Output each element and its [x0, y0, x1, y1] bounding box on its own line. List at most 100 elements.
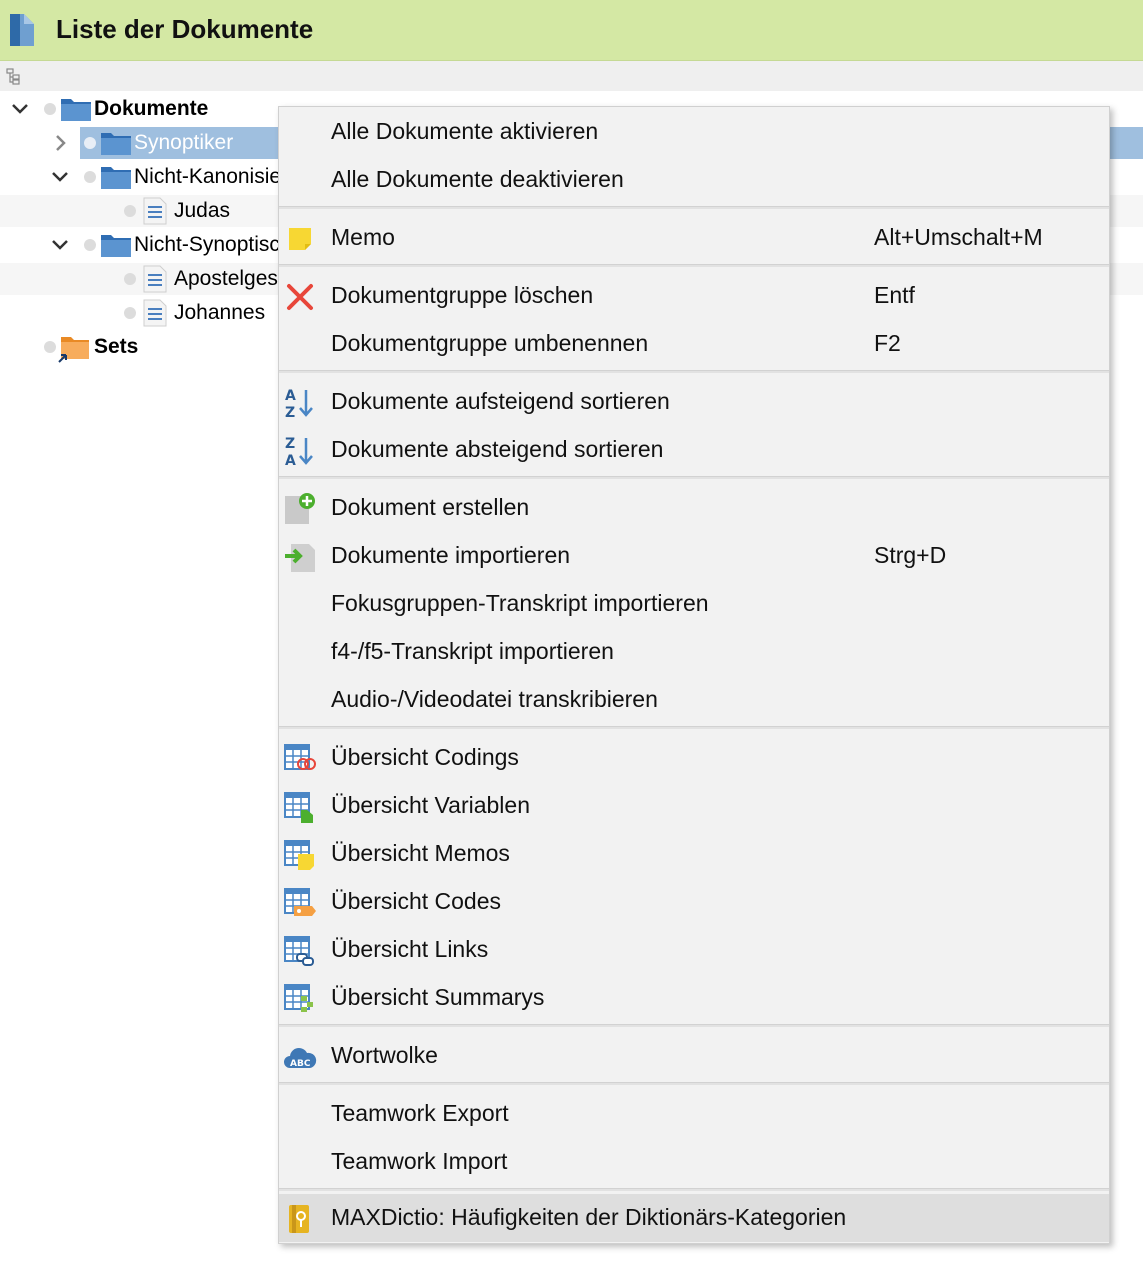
menu-item-shortcut: Strg+D: [874, 542, 947, 568]
svg-text:Z: Z: [285, 405, 295, 420]
tree-label-group: Synoptiker: [134, 131, 234, 154]
maxdictio-icon: [283, 1202, 317, 1236]
folder-icon: [100, 164, 132, 195]
folder-icon: [100, 130, 132, 161]
chevron-down-icon[interactable]: [10, 99, 30, 124]
svg-text:ABC: ABC: [290, 1059, 311, 1069]
document-list-icon: [8, 12, 36, 53]
menu-item-shortcut: F2: [874, 330, 901, 356]
menu-item-label: MAXDictio: Häufigkeiten der Diktionärs-K…: [331, 1204, 847, 1230]
menu-item-shortcut: Alt+Umschalt+M: [874, 224, 1043, 250]
menu-item-label: Teamwork Import: [331, 1148, 508, 1174]
menu-item-label: Memo: [331, 224, 395, 250]
toolbar: [0, 61, 1143, 91]
menu-separator: [279, 476, 1109, 479]
menu-item-label: Audio-/Videodatei transkribieren: [331, 686, 658, 712]
menu-item-memo[interactable]: Memo Alt+Umschalt+M: [279, 214, 1109, 262]
menu-item-create-document[interactable]: Dokument erstellen: [279, 484, 1109, 532]
menu-item-label: Übersicht Variablen: [331, 792, 531, 818]
sort-ascending-icon: A Z: [283, 386, 317, 421]
overview-codes-icon: [283, 886, 317, 920]
tree-view-icon[interactable]: [5, 67, 23, 90]
menu-item-teamwork-import[interactable]: Teamwork Import: [279, 1138, 1109, 1186]
menu-item-label: Dokumentgruppe löschen: [331, 282, 594, 308]
delete-icon: [283, 280, 317, 314]
menu-item-sort-descending[interactable]: Z A Dokumente absteigend sortieren: [279, 426, 1109, 474]
menu-item-sort-ascending[interactable]: A Z Dokumente aufsteigend sortieren: [279, 378, 1109, 426]
sort-descending-icon: Z A: [283, 434, 317, 469]
menu-item-overview-summaries[interactable]: Übersicht Summarys: [279, 974, 1109, 1022]
svg-text:A: A: [285, 388, 296, 404]
text-document-icon: [143, 197, 167, 230]
chevron-right-icon[interactable]: [50, 133, 70, 158]
menu-item-teamwork-export[interactable]: Teamwork Export: [279, 1090, 1109, 1138]
menu-item-overview-memos[interactable]: Übersicht Memos: [279, 830, 1109, 878]
menu-item-label: Wortwolke: [331, 1042, 438, 1068]
activation-dot[interactable]: [44, 341, 56, 353]
menu-separator: [279, 1024, 1109, 1027]
menu-item-label: Dokumente absteigend sortieren: [331, 436, 664, 462]
menu-separator: [279, 1188, 1109, 1191]
activation-dot[interactable]: [84, 137, 96, 149]
activation-dot[interactable]: [124, 273, 136, 285]
folder-icon: [60, 96, 92, 127]
menu-item-label: Übersicht Codings: [331, 744, 519, 770]
memo-icon: [283, 222, 317, 256]
menu-item-label: Dokumentgruppe umbenennen: [331, 330, 649, 356]
menu-item-label: Übersicht Codes: [331, 888, 502, 914]
chevron-down-icon[interactable]: [50, 235, 70, 260]
text-document-icon: [143, 265, 167, 298]
menu-item-deactivate-all[interactable]: Alle Dokumente deaktivieren: [279, 156, 1109, 204]
tree-label-group: Nicht-Kanonisie: [134, 165, 282, 188]
chevron-down-icon[interactable]: [50, 167, 70, 192]
menu-item-label: Fokusgruppen-Transkript importieren: [331, 590, 709, 616]
menu-item-import-documents[interactable]: Dokumente importieren Strg+D: [279, 532, 1109, 580]
menu-separator: [279, 370, 1109, 373]
menu-item-import-f4f5[interactable]: f4-/f5-Transkript importieren: [279, 628, 1109, 676]
text-document-icon: [143, 299, 167, 332]
menu-separator: [279, 264, 1109, 267]
tree-label-group: Nicht-Synoptisc: [134, 233, 280, 256]
menu-item-label: Dokumente aufsteigend sortieren: [331, 388, 670, 414]
menu-item-label: Übersicht Memos: [331, 840, 510, 866]
context-menu: Alle Dokumente aktivieren Alle Dokumente…: [278, 106, 1110, 1244]
overview-variables-icon: [283, 790, 317, 824]
menu-item-label: Dokument erstellen: [331, 494, 530, 520]
svg-text:A: A: [285, 453, 296, 468]
menu-item-activate-all[interactable]: Alle Dokumente aktivieren: [279, 108, 1109, 156]
menu-separator: [279, 206, 1109, 209]
word-cloud-icon: ABC: [283, 1040, 317, 1074]
activation-dot[interactable]: [44, 103, 56, 115]
menu-item-overview-variables[interactable]: Übersicht Variablen: [279, 782, 1109, 830]
overview-links-icon: [283, 934, 317, 968]
menu-item-maxdictio-frequencies[interactable]: MAXDictio: Häufigkeiten der Diktionärs-K…: [279, 1194, 1109, 1242]
folder-icon: [100, 232, 132, 263]
overview-summaries-icon: [283, 982, 317, 1016]
menu-item-label: Übersicht Summarys: [331, 984, 545, 1010]
activation-dot[interactable]: [84, 239, 96, 251]
menu-item-rename-group[interactable]: Dokumentgruppe umbenennen F2: [279, 320, 1109, 368]
menu-item-overview-codings[interactable]: Übersicht Codings: [279, 734, 1109, 782]
menu-item-delete-group[interactable]: Dokumentgruppe löschen Entf: [279, 272, 1109, 320]
tree-label-root: Dokumente: [94, 97, 209, 120]
menu-item-label: Übersicht Links: [331, 936, 489, 962]
menu-item-shortcut: Entf: [874, 282, 915, 308]
new-document-icon: [283, 492, 317, 526]
menu-item-word-cloud[interactable]: ABC Wortwolke: [279, 1032, 1109, 1080]
activation-dot[interactable]: [124, 307, 136, 319]
title-bar: Liste der Dokumente: [0, 0, 1143, 61]
menu-item-label: Teamwork Export: [331, 1100, 509, 1126]
menu-item-overview-links[interactable]: Übersicht Links: [279, 926, 1109, 974]
tree-label-document: Apostelges: [174, 267, 278, 290]
svg-text:Z: Z: [285, 436, 295, 452]
activation-dot[interactable]: [84, 171, 96, 183]
menu-item-label: Alle Dokumente aktivieren: [331, 118, 599, 144]
activation-dot[interactable]: [124, 205, 136, 217]
tree-label-document: Johannes: [174, 301, 266, 324]
menu-item-import-focus-group[interactable]: Fokusgruppen-Transkript importieren: [279, 580, 1109, 628]
menu-separator: [279, 726, 1109, 729]
menu-item-overview-codes[interactable]: Übersicht Codes: [279, 878, 1109, 926]
menu-item-transcribe-media[interactable]: Audio-/Videodatei transkribieren: [279, 676, 1109, 724]
window-title: Liste der Dokumente: [56, 14, 314, 44]
overview-codings-icon: [283, 742, 317, 776]
